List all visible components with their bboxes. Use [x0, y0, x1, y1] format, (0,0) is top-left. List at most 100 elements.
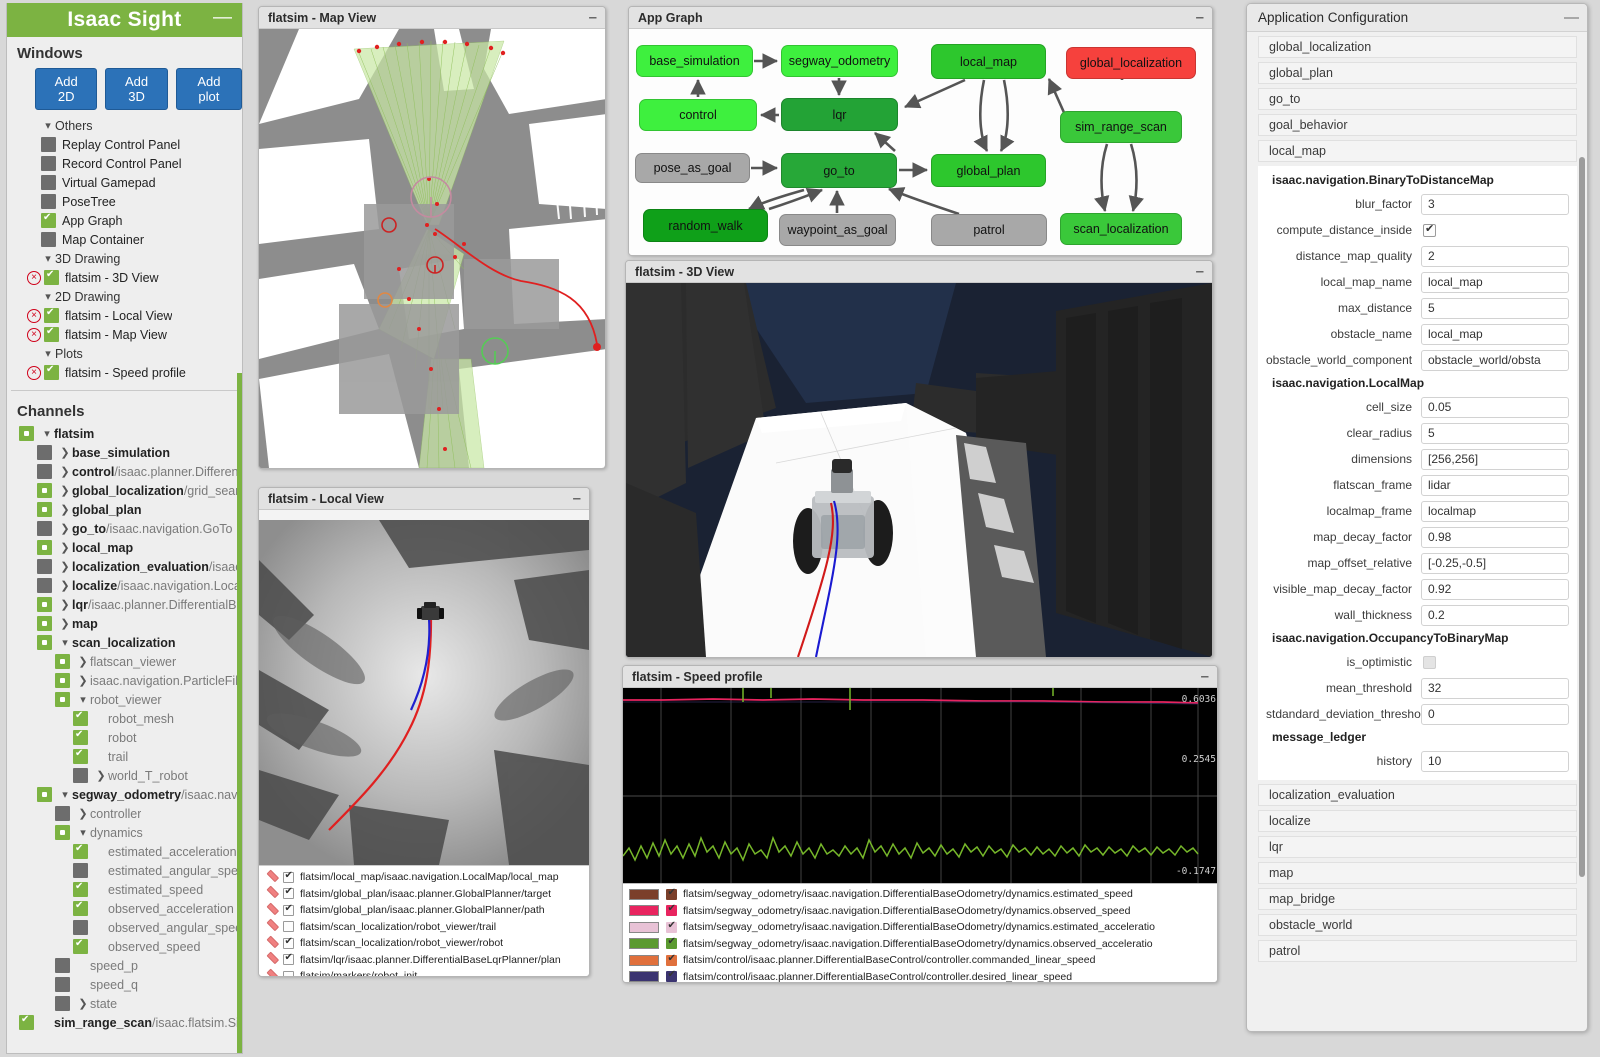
local-legend-row[interactable]: flatsim/markers/robot_init: [259, 968, 589, 976]
channel-visibility-checkbox[interactable]: [55, 654, 70, 669]
view-3d-minimize-icon[interactable]: –: [1194, 264, 1206, 279]
speed-profile-titlebar[interactable]: flatsim - Speed profile –: [623, 666, 1217, 688]
window-group-2d-drawing[interactable]: ▾ 2D Drawing: [7, 287, 242, 306]
chevron-right-icon[interactable]: ❯: [58, 484, 72, 497]
config-section-local-map[interactable]: local_map: [1258, 140, 1577, 162]
pencil-icon[interactable]: [265, 953, 279, 966]
series-checkbox[interactable]: [666, 953, 677, 966]
graph-node-patrol[interactable]: patrol: [931, 214, 1047, 246]
window-visibility-checkbox[interactable]: [41, 156, 56, 171]
channel-visibility-checkbox[interactable]: [73, 881, 88, 897]
map-view-titlebar[interactable]: flatsim - Map View –: [259, 7, 605, 29]
config-section-obstacle-world[interactable]: obstacle_world: [1258, 914, 1577, 936]
config-field-input[interactable]: localmap: [1421, 500, 1569, 522]
config-field-input[interactable]: 2: [1421, 245, 1569, 267]
config-field-input[interactable]: 0.98: [1421, 526, 1569, 548]
channel-visibility-checkbox[interactable]: [73, 768, 88, 783]
chevron-down-icon[interactable]: ▾: [40, 427, 54, 440]
local-legend-row[interactable]: flatsim/global_plan/isaac.planner.Global…: [259, 886, 589, 903]
chevron-right-icon[interactable]: ❯: [58, 465, 72, 478]
channel-row-control[interactable]: ❯control/isaac.planner.DifferentialBa: [7, 462, 242, 481]
window-visibility-checkbox[interactable]: [44, 326, 59, 342]
channel-row-speed-p[interactable]: speed_p: [7, 956, 242, 975]
local-view-titlebar[interactable]: flatsim - Local View –: [259, 488, 589, 510]
plot-legend-row[interactable]: flatsim/segway_odometry/isaac.navigation…: [623, 886, 1217, 903]
channel-visibility-checkbox[interactable]: [19, 426, 34, 441]
config-field-checkbox[interactable]: [1423, 655, 1436, 669]
channel-row-global-localization[interactable]: ❯global_localization/grid_search_loc: [7, 481, 242, 500]
chevron-down-icon[interactable]: ▾: [76, 693, 90, 706]
local-view-canvas[interactable]: [259, 520, 589, 865]
local-legend-row[interactable]: flatsim/local_map/isaac.navigation.Local…: [259, 869, 589, 886]
chevron-right-icon[interactable]: ❯: [58, 579, 72, 592]
config-section-lqr[interactable]: lqr: [1258, 836, 1577, 858]
chevron-right-icon[interactable]: ❯: [58, 617, 72, 630]
legend-checkbox[interactable]: [283, 952, 294, 966]
window-item-flatsim-speed-profile[interactable]: × flatsim - Speed profile: [7, 363, 242, 382]
channel-visibility-checkbox[interactable]: [37, 616, 52, 631]
channel-visibility-checkbox[interactable]: [73, 729, 88, 745]
graph-node-global_localization[interactable]: global_localization: [1066, 47, 1196, 79]
chevron-down-icon[interactable]: ▾: [58, 788, 72, 801]
chevron-right-icon[interactable]: ❯: [76, 997, 90, 1010]
window-visibility-checkbox[interactable]: [44, 269, 59, 285]
window-item-record-control-panel[interactable]: Record Control Panel: [7, 154, 242, 173]
channel-row-estimated-speed[interactable]: estimated_speed: [7, 880, 242, 899]
series-checkbox[interactable]: [666, 887, 677, 900]
legend-checkbox[interactable]: [283, 936, 294, 949]
add-plot-button[interactable]: Add plot: [175, 68, 242, 110]
graph-node-waypoint_as_goal[interactable]: waypoint_as_goal: [779, 214, 896, 246]
pencil-icon[interactable]: [265, 920, 279, 933]
config-field-checkbox[interactable]: [1423, 222, 1436, 237]
config-field-input[interactable]: [256,256]: [1421, 448, 1569, 470]
chevron-right-icon[interactable]: ❯: [58, 598, 72, 611]
series-color-swatch[interactable]: [629, 954, 659, 966]
channel-visibility-checkbox[interactable]: [19, 1014, 34, 1030]
speed-profile-plot[interactable]: 0.6036 0.2545 -0.1747: [623, 688, 1217, 883]
window-visibility-checkbox[interactable]: [41, 194, 56, 209]
plot-legend-row[interactable]: flatsim/control/isaac.planner.Differenti…: [623, 952, 1217, 969]
speed-profile-minimize-icon[interactable]: –: [1199, 669, 1211, 684]
window-item-flatsim-map-view[interactable]: × flatsim - Map View: [7, 325, 242, 344]
graph-node-lqr[interactable]: lqr: [781, 98, 898, 131]
config-field-input[interactable]: local_map: [1421, 271, 1569, 293]
channel-row-controller[interactable]: ❯ controller: [7, 804, 242, 823]
config-section-go-to[interactable]: go_to: [1258, 88, 1577, 110]
window-visibility-checkbox[interactable]: [44, 307, 59, 323]
channel-row-observed-angular-speed[interactable]: observed_angular_speed: [7, 918, 242, 937]
map-view-minimize-icon[interactable]: –: [587, 10, 599, 25]
channel-visibility-checkbox[interactable]: [73, 710, 88, 726]
channel-visibility-checkbox[interactable]: [73, 900, 88, 916]
window-visibility-checkbox[interactable]: [41, 212, 56, 228]
plot-legend-row[interactable]: flatsim/segway_odometry/isaac.navigation…: [623, 919, 1217, 936]
chevron-right-icon[interactable]: ❯: [76, 674, 90, 687]
channel-row-go-to[interactable]: ❯ go_to/isaac.navigation.GoTo: [7, 519, 242, 538]
chevron-right-icon[interactable]: ❯: [58, 560, 72, 573]
pencil-icon[interactable]: [265, 871, 279, 884]
channel-row-observed-speed[interactable]: observed_speed: [7, 937, 242, 956]
app-graph-minimize-icon[interactable]: –: [1194, 10, 1206, 25]
app-graph-canvas[interactable]: base_simulation segway_odometry local_map g…: [629, 29, 1212, 255]
chevron-right-icon[interactable]: ❯: [94, 769, 108, 782]
series-color-swatch[interactable]: [629, 888, 659, 900]
channel-row-lqr[interactable]: ❯lqr/isaac.planner.DifferentialBaseL: [7, 595, 242, 614]
local-legend-row[interactable]: flatsim/scan_localization/robot_viewer/r…: [259, 935, 589, 952]
close-icon[interactable]: ×: [27, 327, 41, 342]
channel-row-robot-viewer[interactable]: ▾ robot_viewer: [7, 690, 242, 709]
channel-row-local-map[interactable]: ❯ local_map: [7, 538, 242, 557]
graph-node-control[interactable]: control: [639, 99, 757, 131]
config-field-input[interactable]: 10: [1421, 750, 1569, 772]
view-3d-titlebar[interactable]: flatsim - 3D View –: [626, 261, 1212, 283]
app-graph-titlebar[interactable]: App Graph –: [629, 7, 1212, 29]
add-2d-button[interactable]: Add 2D: [35, 68, 98, 110]
close-icon[interactable]: ×: [27, 308, 41, 323]
channel-visibility-checkbox[interactable]: [37, 502, 52, 517]
legend-checkbox[interactable]: [283, 921, 294, 933]
window-item-posetree[interactable]: PoseTree: [7, 192, 242, 211]
chevron-right-icon[interactable]: ❯: [58, 522, 72, 535]
channel-row-estimated-angular-speed[interactable]: estimated_angular_speed: [7, 861, 242, 880]
channels-scroll-area[interactable]: ▾ flatsim ❯ base_simulation ❯ control/isaac.p…: [7, 424, 242, 1053]
series-checkbox[interactable]: [666, 903, 677, 917]
chevron-right-icon[interactable]: ❯: [58, 446, 72, 459]
channel-row-localize[interactable]: ❯localize/isaac.navigation.LocalizeB: [7, 576, 242, 595]
